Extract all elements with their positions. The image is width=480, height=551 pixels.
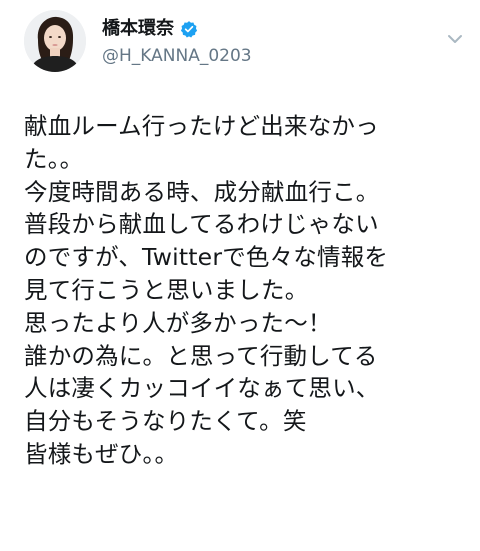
tweet-card: 橋本環奈 @H_KANNA_0203 献血ルーム行ったけど出来なかっ た。。 今… [0, 0, 480, 551]
tweet-text-line: 皆様もぜひ。。 [24, 439, 179, 468]
tweet-text-line: 人は凄くカッコイイなぁて思い、 [24, 374, 380, 403]
username[interactable]: @H_KANNA_0203 [102, 46, 252, 66]
author-names: 橋本環奈 @H_KANNA_0203 [102, 18, 252, 66]
tweet-header: 橋本環奈 @H_KANNA_0203 [24, 10, 464, 74]
tweet-text-line: のですが、Twitterで色々な情報を [24, 243, 389, 272]
avatar-photo [24, 10, 86, 72]
tweet-text-line: 思ったより人が多かった〜！ [24, 308, 332, 337]
tweet-text-line: 普段から献血してるわけじゃない [24, 210, 379, 239]
tweet-text: 献血ルーム行ったけど出来なかっ た。。 今度時間ある時、成分献血行こ。 普段から… [24, 110, 474, 471]
tweet-text-line: 今度時間ある時、成分献血行こ。 [24, 177, 380, 206]
tweet-text-line: 見て行こうと思いました。 [24, 275, 309, 304]
tweet-text-line: 誰かの為に。と思って行動してる [24, 341, 378, 370]
chevron-down-icon[interactable] [446, 30, 464, 48]
tweet-text-line: 自分もそうなりたくて。笑 [24, 407, 307, 436]
verified-badge-icon [180, 20, 198, 38]
tweet-text-line: た。。 [24, 144, 84, 173]
tweet-text-line: 献血ルーム行ったけど出来なかっ [24, 112, 379, 140]
avatar[interactable] [24, 10, 86, 72]
display-name-row: 橋本環奈 [102, 18, 252, 40]
display-name[interactable]: 橋本環奈 [102, 18, 174, 40]
